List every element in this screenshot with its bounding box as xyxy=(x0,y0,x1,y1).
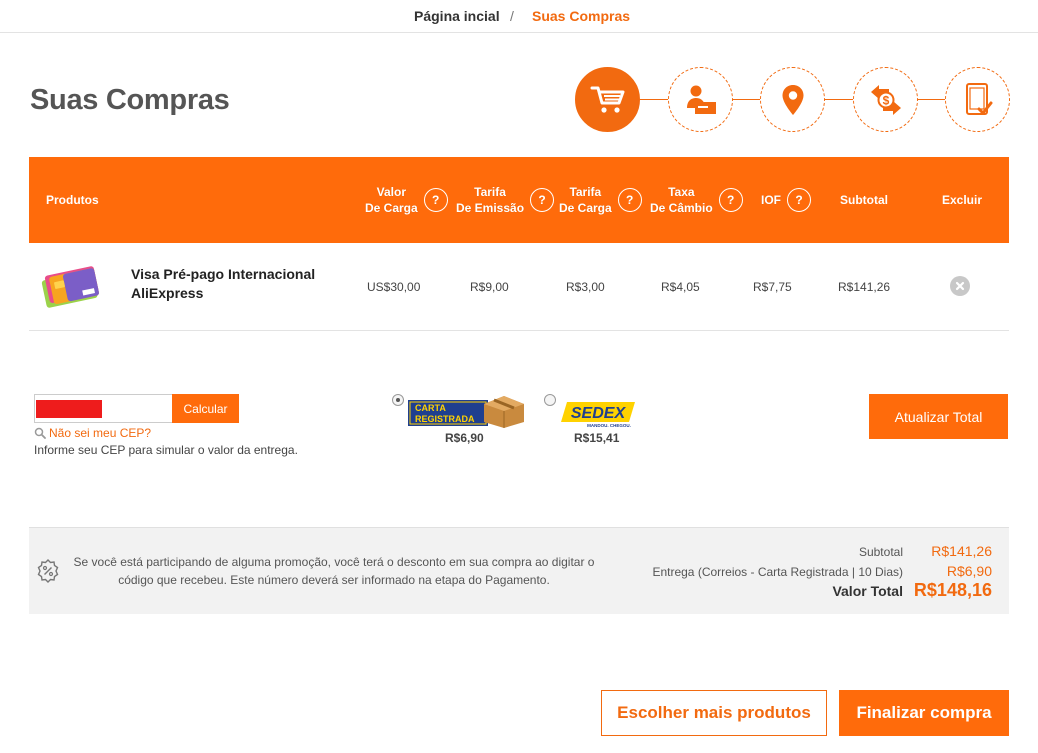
help-valor-carga-icon[interactable]: ? xyxy=(423,188,448,212)
step-connector xyxy=(732,99,760,100)
header-taxa-cambio: Taxa De Câmbio ? xyxy=(650,157,743,243)
unknown-cep-link-label: Não sei meu CEP? xyxy=(49,426,152,440)
sedex-logo-slogan: MANDOU. CHEGOU. xyxy=(587,423,631,428)
search-icon xyxy=(34,427,46,439)
step-connector xyxy=(825,99,853,100)
cell-subtotal: R$141,26 xyxy=(838,280,891,294)
promo-text: Se você está participando de alguma prom… xyxy=(73,555,595,587)
delivery-label: Entrega (Correios - Carta Registrada | 1… xyxy=(652,565,903,579)
header-label-line: Taxa xyxy=(668,185,695,199)
user-card-icon xyxy=(686,85,716,114)
header-subtotal-label: Subtotal xyxy=(840,193,888,207)
update-total-button[interactable]: Atualizar Total xyxy=(869,394,1008,439)
cep-form: Calcular xyxy=(34,394,239,423)
step-confirm[interactable] xyxy=(945,67,1010,132)
step-payment[interactable]: $ xyxy=(853,67,918,132)
header-label-line: Tarifa xyxy=(474,185,506,199)
header-iof: IOF ? xyxy=(761,157,811,243)
discount-badge-icon xyxy=(37,559,59,583)
header-label-line: De Carga xyxy=(559,201,612,215)
page-title: Suas Compras xyxy=(30,84,230,116)
step-address[interactable] xyxy=(760,67,825,132)
breadcrumb-home-link[interactable]: Página incial xyxy=(414,8,500,24)
header-excluir-label: Excluir xyxy=(942,193,983,207)
help-iof-icon[interactable]: ? xyxy=(787,188,811,212)
unknown-cep-link[interactable]: Não sei meu CEP? xyxy=(34,426,151,440)
carta-logo-line2: REGISTRADA xyxy=(415,414,475,424)
order-summary: Se você está participando de alguma prom… xyxy=(29,527,1009,614)
cell-valor-carga: US$30,00 xyxy=(367,280,421,294)
header-label-line: De Câmbio xyxy=(650,201,713,215)
product-name: Visa Pré-pago Internacional AliExpress xyxy=(131,265,331,303)
header-subtotal: Subtotal xyxy=(840,157,888,243)
calculate-button[interactable]: Calcular xyxy=(172,394,239,423)
breadcrumb-separator: / xyxy=(510,8,514,24)
cell-iof: R$7,75 xyxy=(753,280,792,294)
cart-icon xyxy=(590,86,624,113)
step-user[interactable] xyxy=(668,67,733,132)
total-label: Valor Total xyxy=(832,583,903,599)
header-label-line: Valor xyxy=(376,185,407,199)
sedex-price: R$15,41 xyxy=(574,431,620,445)
help-taxa-cambio-icon[interactable]: ? xyxy=(718,188,743,212)
header-produtos: Produtos xyxy=(46,157,99,243)
cart-table-header: Produtos Valor De Carga ? Tarifa De Emissã… xyxy=(29,157,1009,243)
header-tarifa-emissao: Tarifa De Emissão ? xyxy=(456,157,555,243)
step-connector xyxy=(917,99,945,100)
shipping-radio-carta-registrada[interactable] xyxy=(392,394,404,406)
delivery-value: R$6,90 xyxy=(946,563,992,579)
finish-purchase-button[interactable]: Finalizar compra xyxy=(839,690,1009,736)
subtotal-label: Subtotal xyxy=(858,545,903,559)
breadcrumb-current: Suas Compras xyxy=(532,8,631,24)
cell-tarifa-emissao: R$9,00 xyxy=(470,280,509,294)
header-excluir: Excluir xyxy=(942,157,982,243)
product-thumbnail xyxy=(41,266,99,308)
product-name-line: Visa Pré-pago Internacional xyxy=(131,266,316,282)
help-tarifa-emissao-icon[interactable]: ? xyxy=(530,188,555,212)
header-label-line: De Emissão xyxy=(456,201,525,215)
location-pin-icon xyxy=(782,84,803,115)
carta-logo-line1: CARTA xyxy=(415,403,446,413)
svg-text:$: $ xyxy=(882,93,889,107)
header-valor-carga: Valor De Carga ? xyxy=(365,157,448,243)
cell-taxa-cambio: R$4,05 xyxy=(661,280,700,294)
close-icon xyxy=(955,281,965,291)
tablet-check-icon xyxy=(965,82,992,115)
header-tarifa-carga: Tarifa De Carga ? xyxy=(559,157,642,243)
carta-registrada-logo: CARTA REGISTRADA xyxy=(408,396,524,428)
header-label-line: IOF xyxy=(761,193,781,207)
carta-registrada-price: R$6,90 xyxy=(445,431,484,445)
cep-input[interactable] xyxy=(36,400,102,418)
shipping-radio-sedex[interactable] xyxy=(544,394,556,406)
header-label-line: Tarifa xyxy=(569,185,602,199)
header-produtos-label: Produtos xyxy=(46,193,99,207)
cep-help-text: Informe seu CEP para simular o valor da … xyxy=(34,443,298,457)
remove-item-button[interactable] xyxy=(950,276,970,296)
total-value: R$148,16 xyxy=(913,580,992,600)
checkout-steps: $ xyxy=(575,67,1010,132)
header-label-line: De Carga xyxy=(365,201,418,215)
cell-tarifa-carga: R$3,00 xyxy=(566,280,605,294)
help-tarifa-carga-icon[interactable]: ? xyxy=(617,188,642,212)
choose-more-products-button[interactable]: Escolher mais produtos xyxy=(601,690,827,736)
step-connector xyxy=(640,99,668,100)
breadcrumb: Página incial / Suas Compras xyxy=(0,0,1038,33)
subtotal-value: R$141,26 xyxy=(931,543,992,559)
table-row: Visa Pré-pago Internacional AliExpress U… xyxy=(29,243,1009,331)
sedex-logo-text: SEDEX xyxy=(571,405,627,422)
product-name-line: AliExpress xyxy=(131,285,204,301)
money-exchange-icon: $ xyxy=(870,84,901,115)
sedex-logo: SEDEX MANDOU. CHEGOU. xyxy=(561,402,635,428)
step-cart[interactable] xyxy=(575,67,640,132)
